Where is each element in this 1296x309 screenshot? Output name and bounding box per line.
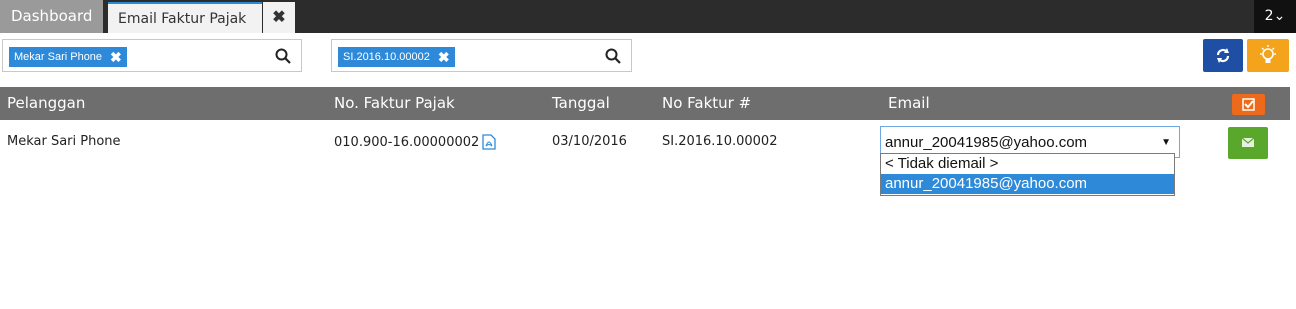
chip-label: Mekar Sari Phone <box>14 51 103 63</box>
tab-email-faktur-pajak[interactable]: Email Faktur Pajak <box>108 2 262 33</box>
cell-pelanggan: Mekar Sari Phone <box>7 134 121 149</box>
column-header-pelanggan[interactable]: Pelanggan <box>7 87 85 120</box>
column-header-no-faktur-pajak[interactable]: No. Faktur Pajak <box>334 87 455 120</box>
cell-tanggal: 03/10/2016 <box>552 134 627 149</box>
refresh-button[interactable] <box>1203 39 1243 72</box>
search-icon[interactable] <box>275 48 291 64</box>
send-email-button[interactable] <box>1228 127 1268 159</box>
invoice-filter-chip: SI.2016.10.00002 ✖ <box>338 47 455 67</box>
chip-label: SI.2016.10.00002 <box>343 51 430 63</box>
checkbox-checked-icon <box>1242 98 1255 111</box>
column-header-no-faktur[interactable]: No Faktur # <box>662 87 751 120</box>
email-option-address[interactable]: annur_20041985@yahoo.com <box>881 174 1174 194</box>
cell-no-faktur-pajak: 010.900-16.00000002 <box>334 135 480 150</box>
search-icon[interactable] <box>605 48 621 64</box>
chip-remove-icon[interactable]: ✖ <box>438 47 450 67</box>
refresh-icon <box>1216 48 1230 63</box>
email-select-value: annur_20041985@yahoo.com <box>885 134 1088 151</box>
open-tabs-counter[interactable]: 2⌄ <box>1254 0 1296 33</box>
envelope-icon <box>1241 137 1255 147</box>
email-option-none[interactable]: < Tidak diemail > <box>881 154 1174 174</box>
select-all-checkbox[interactable] <box>1232 94 1265 115</box>
invoice-filter-input[interactable]: SI.2016.10.00002 ✖ <box>331 39 632 72</box>
email-dropdown-list: < Tidak diemail > annur_20041985@yahoo.c… <box>880 153 1175 196</box>
tab-dashboard[interactable]: Dashboard <box>0 0 103 33</box>
column-header-email[interactable]: Email <box>888 87 930 120</box>
tab-close-button[interactable]: ✖ <box>263 2 295 33</box>
pdf-icon[interactable] <box>482 134 496 150</box>
close-icon: ✖ <box>272 9 286 26</box>
table-header: Pelanggan No. Faktur Pajak Tanggal No Fa… <box>0 87 1290 120</box>
chip-remove-icon[interactable]: ✖ <box>110 47 122 67</box>
customer-filter-input[interactable]: Mekar Sari Phone ✖ <box>2 39 302 72</box>
cell-no-faktur: SI.2016.10.00002 <box>662 134 778 149</box>
lightbulb-icon <box>1260 45 1276 63</box>
customer-filter-chip: Mekar Sari Phone ✖ <box>9 47 127 67</box>
suggestion-button[interactable] <box>1247 39 1289 72</box>
column-header-tanggal[interactable]: Tanggal <box>552 87 610 120</box>
